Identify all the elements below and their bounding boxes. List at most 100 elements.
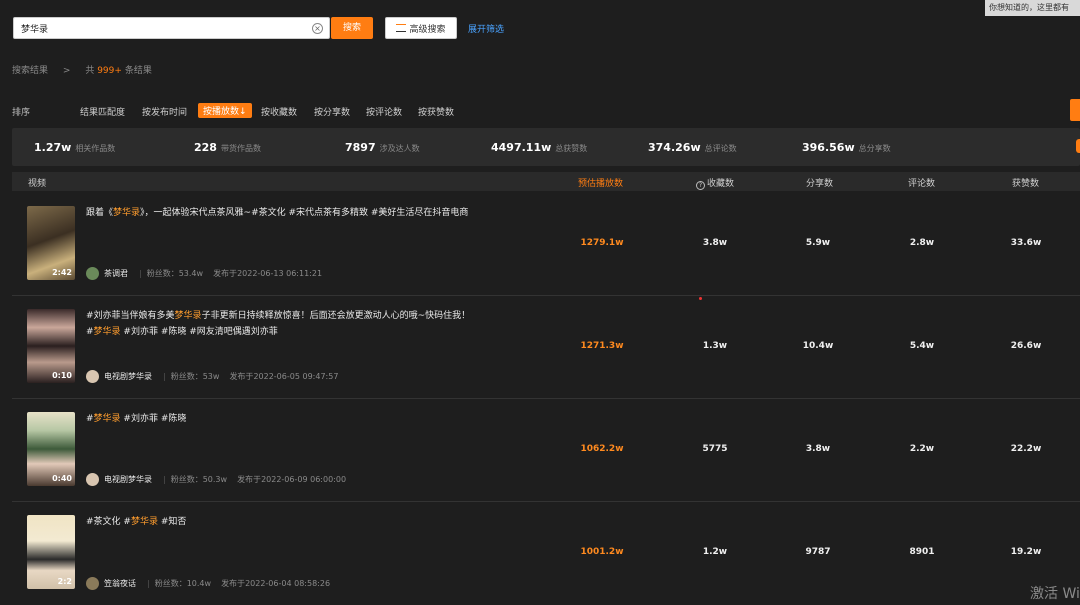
favorites-value: 1.3w [702,341,728,351]
stat-total-shares: 396.56w 总分享数 [802,141,891,154]
video-thumbnail[interactable]: 0:40 [27,412,75,486]
activation-watermark: 激活 Wi [1030,586,1080,602]
publish-time: 2022-06-09 06:00:00 [261,475,347,484]
sort-option-plays[interactable]: 按播放数↓ [198,103,252,118]
filter-icon [396,24,407,32]
search-button[interactable]: 搜索 [331,17,373,39]
header-favorites[interactable]: ? 收藏数 [696,176,734,190]
table-row[interactable]: 0:10 #刘亦菲当伴娘有多美梦华录子非更新日持续释放惊喜！后面还会放更激动人心… [12,296,1080,399]
avatar[interactable] [86,267,99,280]
sort-option-comments[interactable]: 按评论数 [366,105,402,118]
video-thumbnail[interactable]: 2:2 [27,515,75,589]
breadcrumb: 搜索结果 > 共 999+ 条结果 [12,63,152,76]
author-name[interactable]: 笠翁夜话 [104,578,136,589]
shares-value: 10.4w [802,341,834,351]
table-row[interactable]: 2:2 #茶文化 #梦华录 #知否 笠翁夜话 | 粉丝数： 10.4w 发布于 20… [12,502,1080,605]
clear-icon[interactable]: × [312,23,323,34]
avatar[interactable] [86,577,99,590]
author-name[interactable]: 电视剧梦华录 [104,474,152,485]
stat-creators: 7897 涉及达人数 [345,141,420,154]
video-title[interactable]: #茶文化 #梦华录 #知否 [86,514,476,530]
comments-value: 5.4w [909,341,935,351]
avatar[interactable] [86,370,99,383]
stat-total-likes: 4497.11w 总获赞数 [491,141,588,154]
sort-option-shares[interactable]: 按分享数 [314,105,350,118]
search-input[interactable] [21,23,311,33]
video-thumbnail[interactable]: 0:10 [27,309,75,383]
favorites-value: 1.2w [702,547,728,557]
video-duration: 0:40 [52,474,72,483]
fans-count: 50.3w [202,475,228,484]
favorites-value: 5775 [702,444,728,454]
comments-value: 2.2w [909,444,935,454]
stats-bar: 1.27w 相关作品数 228 带货作品数 7897 涉及达人数 4497.11w 总获… [12,128,1080,166]
header-likes[interactable]: 获赞数 [1012,176,1039,189]
top-bar: × 搜索 高级搜索 展开筛选 [0,0,1080,56]
likes-value: 33.6w [1010,238,1042,248]
video-title[interactable]: #梦华录 #刘亦菲 #陈晓 [86,411,476,427]
video-meta: 茶调君 | 粉丝数： 53.4w 发布于 2022-06-13 06:11:21 [86,267,322,280]
header-video: 视频 [28,179,47,189]
fans-count: 53w [202,372,220,381]
sort-title: 排序 [12,108,31,118]
shares-value: 5.9w [805,238,831,248]
sort-option-relevance[interactable]: 结果匹配度 [80,105,125,118]
tooltip: 你想知道的，这里都有 [985,0,1080,16]
header-comments[interactable]: 评论数 [908,176,935,189]
video-duration: 0:10 [52,371,72,380]
header-plays[interactable]: 预估播放数 [578,176,623,189]
publish-time: 2022-06-04 08:58:26 [245,579,331,588]
video-duration: 2:2 [57,577,72,586]
comments-value: 2.8w [909,238,935,248]
sort-option-favorites[interactable]: 按收藏数 [261,105,297,118]
likes-value: 22.2w [1010,444,1042,454]
fans-count: 10.4w [186,579,212,588]
sort-option-likes[interactable]: 按获赞数 [418,105,454,118]
plays-value: 1271.3w [580,341,624,351]
stat-total-comments: 374.26w 总评论数 [648,141,737,154]
plays-value: 1062.2w [580,444,624,454]
side-action-button[interactable] [1070,99,1080,121]
video-title[interactable]: 跟着《梦华录》，一起体验宋代点茶风雅~#茶文化 #宋代点茶有多精致 #美好生活尽… [86,205,476,221]
table-row[interactable]: 2:42 跟着《梦华录》，一起体验宋代点茶风雅~#茶文化 #宋代点茶有多精致 #… [12,193,1080,296]
shares-value: 9787 [805,547,831,557]
plays-value: 1279.1w [580,238,624,248]
likes-value: 26.6w [1010,341,1042,351]
publish-time: 2022-06-13 06:11:21 [237,269,323,278]
header-shares[interactable]: 分享数 [806,176,833,189]
result-count-prefix: 共 [85,66,95,76]
author-name[interactable]: 电视剧梦华录 [104,371,152,382]
result-count: 999+ [97,66,122,76]
video-meta: 笠翁夜话 | 粉丝数： 10.4w 发布于 2022-06-04 08:58:26 [86,577,330,590]
search-box[interactable]: × [13,17,330,39]
video-meta: 电视剧梦华录 | 粉丝数： 53w 发布于 2022-06-05 09:47:57 [86,370,338,383]
expand-filter-link[interactable]: 展开筛选 [468,22,504,35]
breadcrumb-separator: > [62,66,71,76]
shares-value: 3.8w [805,444,831,454]
result-count-suffix: 条结果 [124,66,152,76]
sort-row: 排序 结果匹配度 按发布时间 按播放数↓ 按收藏数 按分享数 按评论数 按获赞数 [12,103,1080,118]
avatar[interactable] [86,473,99,486]
table-header: 视频 预估播放数 ? 收藏数 分享数 评论数 获赞数 [12,172,1080,191]
plays-value: 1001.2w [580,547,624,557]
video-meta: 电视剧梦华录 | 粉丝数： 50.3w 发布于 2022-06-09 06:00:0… [86,473,346,486]
comments-value: 8901 [909,547,935,557]
video-title[interactable]: #刘亦菲当伴娘有多美梦华录子非更新日持续释放惊喜！后面还会放更激动人心的哦~快码… [86,308,476,340]
sort-option-publish-time[interactable]: 按发布时间 [142,105,187,118]
advanced-search-label: 高级搜索 [409,24,446,35]
fans-count: 53.4w [178,269,204,278]
stat-related-works: 1.27w 相关作品数 [34,141,116,154]
advanced-search-button[interactable]: 高级搜索 [385,17,457,39]
likes-value: 19.2w [1010,547,1042,557]
help-icon: ? [696,181,705,190]
stat-commerce-works: 228 带货作品数 [194,141,261,154]
video-thumbnail[interactable]: 2:42 [27,206,75,280]
marker-dot [699,297,702,300]
video-duration: 2:42 [52,268,72,277]
table-row[interactable]: 0:40 #梦华录 #刘亦菲 #陈晓 电视剧梦华录 | 粉丝数： 50.3w 发布… [12,399,1080,502]
publish-time: 2022-06-05 09:47:57 [253,372,339,381]
author-name[interactable]: 茶调君 [104,268,128,279]
favorites-value: 3.8w [702,238,728,248]
breadcrumb-label: 搜索结果 [12,66,49,76]
side-indicator [1076,139,1080,153]
